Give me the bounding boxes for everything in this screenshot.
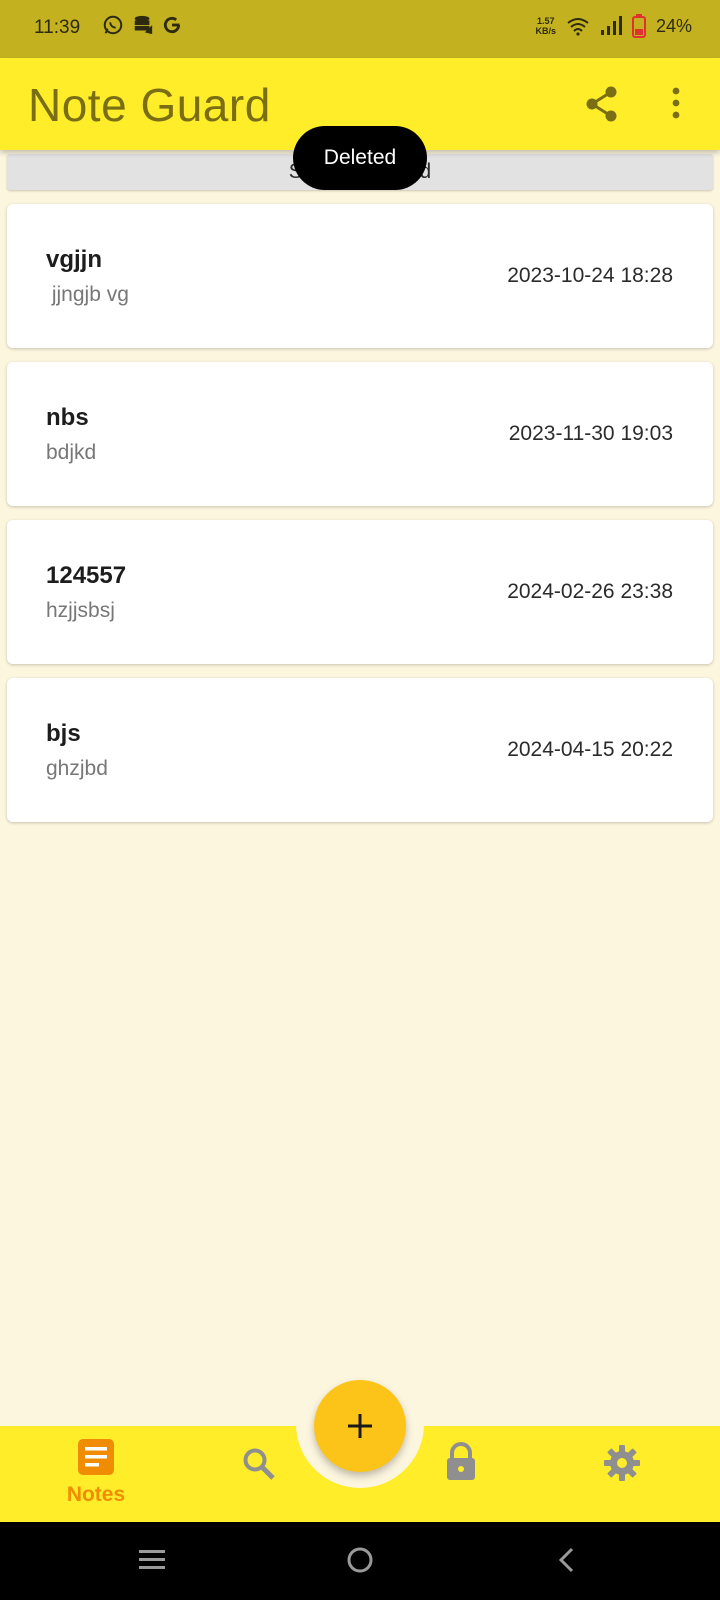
wifi-icon [567, 18, 589, 36]
menu-icon [139, 1550, 165, 1569]
database-icon [134, 15, 153, 35]
note-title: vgjjn [46, 246, 103, 273]
note-card[interactable]: vgjjn jjngjb vg 2023-10-24 18:28 [7, 204, 713, 348]
note-title: 124557 [46, 562, 127, 589]
note-date: 2024-04-15 20:22 [507, 738, 673, 761]
lock-icon [447, 1442, 475, 1480]
toast-message: Deleted [293, 126, 427, 190]
note-card[interactable]: nbs bdjkd 2023-11-30 19:03 [7, 362, 713, 506]
home-button[interactable] [340, 1540, 380, 1580]
network-speed-unit: KB/s [535, 26, 556, 36]
note-card[interactable]: 124557 hzjjsbsj 2024-02-26 23:38 [7, 520, 713, 664]
network-speed-value: 1.57 [536, 16, 555, 26]
battery-icon [631, 14, 646, 38]
recent-apps-button[interactable] [132, 1540, 172, 1580]
note-date: 2023-11-30 19:03 [508, 422, 673, 445]
add-note-button[interactable] [314, 1380, 406, 1472]
notification-icons [102, 14, 182, 36]
more-vert-icon [672, 87, 680, 119]
note-date: 2024-02-26 23:38 [507, 580, 673, 603]
note-title: bjs [46, 720, 81, 747]
back-icon [558, 1547, 574, 1573]
home-circle-icon [347, 1547, 373, 1573]
nav-search[interactable] [219, 1438, 299, 1508]
battery-percent: 24% [655, 15, 692, 36]
status-time: 11:39 [34, 17, 81, 38]
more-options-button[interactable] [664, 84, 688, 124]
note-title: nbs [46, 404, 89, 431]
note-body: bdjkd [46, 441, 97, 464]
note-body: jjngjb vg [46, 283, 129, 306]
network-speed: 1.57 KB/s [535, 16, 556, 36]
nav-settings[interactable] [582, 1438, 662, 1508]
app-title: Note Guard [28, 79, 271, 131]
search-icon [243, 1448, 275, 1480]
nav-notes[interactable]: Notes [56, 1438, 136, 1508]
gear-icon [604, 1445, 640, 1481]
note-body: hzjjsbsj [46, 599, 115, 622]
add-icon [348, 1414, 372, 1438]
share-button[interactable] [584, 84, 620, 124]
note-card[interactable]: bjs ghzjbd 2024-04-15 20:22 [7, 678, 713, 822]
note-body: ghzjbd [46, 757, 108, 780]
notes-list: vgjjn jjngjb vg 2023-10-24 18:28 nbs bdj… [7, 204, 713, 836]
note-date: 2023-10-24 18:28 [507, 264, 673, 287]
status-bar: 11:39 1.57 KB/s 24% [0, 0, 720, 58]
back-button[interactable] [548, 1540, 588, 1580]
share-icon [586, 86, 617, 122]
notes-icon [78, 1439, 114, 1475]
system-status-icons: 1.57 KB/s 24% [535, 14, 692, 38]
nav-lock[interactable] [421, 1438, 501, 1508]
system-navigation-bar [0, 1522, 720, 1600]
nav-notes-label: Notes [66, 1483, 126, 1506]
signal-icon [600, 16, 622, 35]
google-icon [163, 16, 181, 34]
whatsapp-icon [103, 15, 123, 35]
